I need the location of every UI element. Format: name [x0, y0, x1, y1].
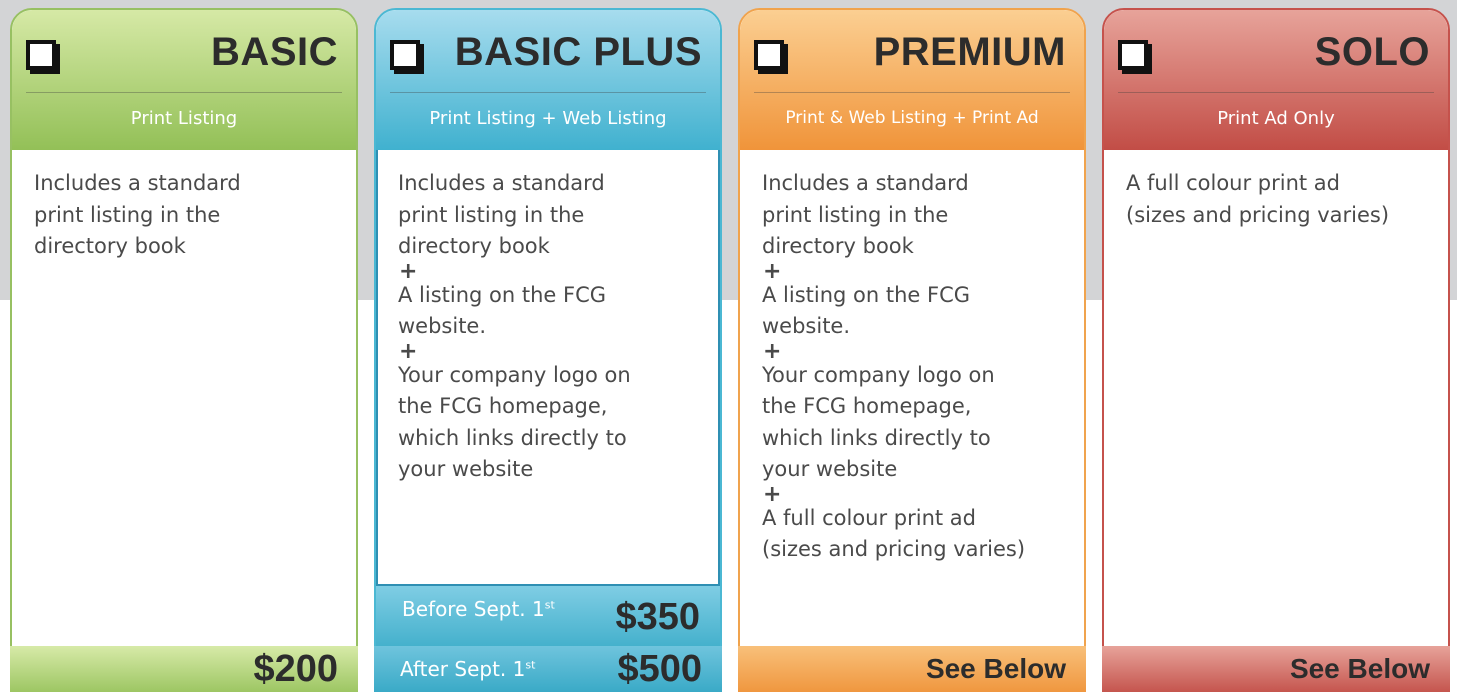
divider — [754, 92, 1070, 93]
plan-header-premium: PREMIUM Print & Web Listing + Print Ad — [740, 10, 1084, 150]
price: See Below — [925, 653, 1066, 684]
plan-card-premium: PREMIUM Print & Web Listing + Print Ad I… — [738, 8, 1086, 654]
divider — [1118, 92, 1434, 93]
description-line: (sizes and pricing varies) — [1126, 202, 1390, 227]
plan-description: Includes a standard print listing in the… — [762, 168, 1070, 566]
plan-subtitle: Print Listing — [130, 108, 238, 129]
price: $200 — [253, 648, 338, 690]
plan-title: PREMIUM — [873, 30, 1066, 74]
early-price: $350 — [615, 596, 700, 638]
description-line: A listing on the FCG — [398, 282, 607, 307]
plan-title: BASIC — [211, 30, 338, 74]
description-line: the FCG homepage, — [762, 394, 972, 418]
description-line: your website — [762, 457, 898, 481]
price-bar-basic: $200 — [10, 646, 358, 692]
description-line: print listing in the — [398, 202, 585, 227]
description-line: A listing on the FCG — [762, 282, 971, 307]
description-line: Your company logo on — [398, 362, 631, 387]
divider — [390, 92, 706, 93]
price-bar-basic-plus: After Sept. 1st $500 — [374, 646, 722, 692]
description-line: print listing in the — [762, 202, 949, 227]
description-line: directory book — [34, 234, 186, 258]
plan-title: SOLO — [1314, 30, 1430, 74]
plan-subtitle: Print & Web Listing + Print Ad — [785, 108, 1039, 128]
description-line: Your company logo on — [762, 362, 995, 387]
checkbox-solo[interactable] — [1118, 40, 1148, 70]
description-line: which links directly to — [762, 425, 991, 450]
plan-header-basic: BASIC Print Listing — [12, 10, 356, 150]
checkbox-basic[interactable] — [26, 40, 56, 70]
divider — [26, 92, 342, 93]
plan-card-solo: SOLO Print Ad Only A full colour print a… — [1102, 8, 1450, 654]
plan-header-basic-plus: BASIC PLUS Print Listing + Web Listing — [376, 10, 720, 150]
plus-icon: + — [399, 258, 418, 284]
late-price-label: After Sept. 1st — [400, 657, 536, 681]
early-price-row: Before Sept. 1st $350 — [376, 586, 720, 652]
checkbox-premium[interactable] — [754, 40, 784, 70]
description-line: your website — [398, 457, 534, 481]
plan-header-solo: SOLO Print Ad Only — [1104, 10, 1448, 150]
plan-subtitle: Print Ad Only — [1217, 108, 1335, 129]
description-line: Includes a standard — [34, 171, 241, 195]
plus-icon: + — [399, 338, 418, 364]
price-bar-premium: See Below — [738, 646, 1086, 692]
plan-description: Includes a standard print listing in the… — [34, 168, 342, 263]
price-bar-solo: See Below — [1102, 646, 1450, 692]
checkbox-basic-plus[interactable] — [390, 40, 420, 70]
description-line: directory book — [398, 234, 550, 258]
description-line: print listing in the — [34, 202, 221, 227]
plus-icon: + — [763, 258, 782, 284]
plan-description: A full colour print ad (sizes and pricin… — [1126, 168, 1434, 231]
plan-card-basic: BASIC Print Listing Includes a standard … — [10, 8, 358, 654]
description-line: directory book — [762, 234, 914, 258]
description-line: which links directly to — [398, 425, 627, 450]
description-line: Includes a standard — [398, 171, 605, 195]
plan-subtitle: Print Listing + Web Listing — [429, 108, 667, 129]
description-line: Includes a standard — [762, 171, 969, 195]
description-line: website. — [398, 314, 487, 338]
description-line: website. — [762, 314, 851, 338]
early-price-label: Before Sept. 1st — [402, 597, 555, 621]
plan-card-basic-plus: BASIC PLUS Print Listing + Web Listing I… — [374, 8, 722, 654]
plus-icon: + — [763, 338, 782, 364]
plus-icon: + — [763, 481, 782, 507]
description-line: the FCG homepage, — [398, 394, 608, 418]
late-price: $500 — [617, 648, 702, 690]
price: See Below — [1289, 653, 1430, 684]
description-line: A full colour print ad — [1126, 171, 1340, 195]
description-line: (sizes and pricing varies) — [762, 537, 1026, 561]
description-line: A full colour print ad — [762, 505, 976, 530]
plan-description: Includes a standard print listing in the… — [398, 168, 706, 486]
plan-title: BASIC PLUS — [454, 30, 702, 74]
